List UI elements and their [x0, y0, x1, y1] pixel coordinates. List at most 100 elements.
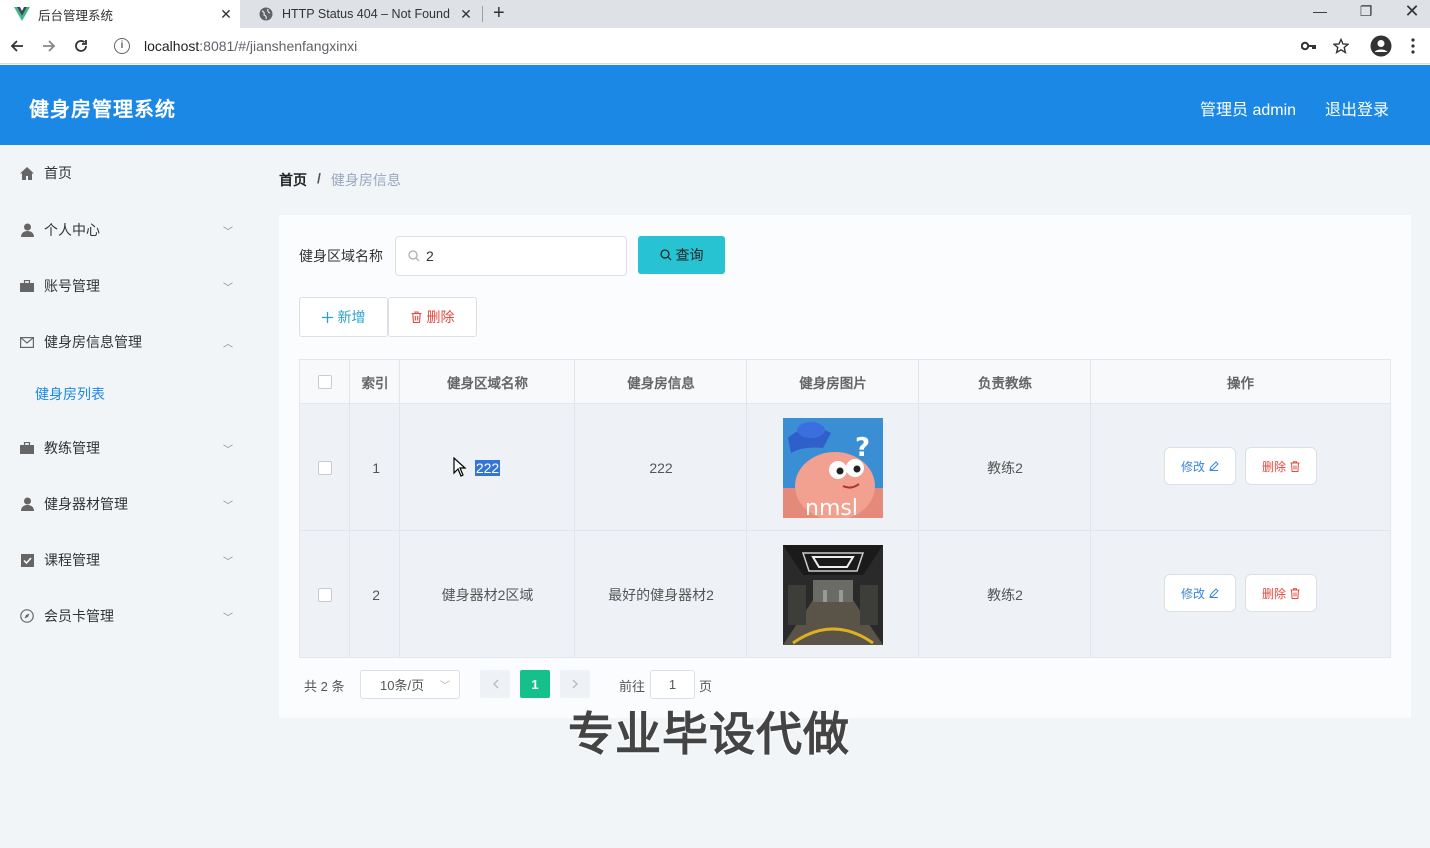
query-button-label: 查询	[675, 247, 704, 263]
edit-pencil-icon	[1209, 461, 1219, 471]
sidebar-item-coach[interactable]: 教练管理 ﹀	[0, 420, 254, 476]
select-all-checkbox[interactable]	[318, 375, 332, 389]
app-header: 健身房管理系统 管理员 admin 退出登录	[0, 65, 1430, 145]
sidebar-item-equipment[interactable]: 健身器材管理 ﹀	[0, 476, 254, 532]
gym-interior-image	[783, 544, 883, 645]
sidebar-item-label: 健身房信息管理	[44, 334, 142, 350]
column-header-index: 索引	[361, 376, 389, 391]
index-cell: 2	[372, 586, 380, 603]
select-all-cell	[300, 360, 350, 404]
goto-suffix: 页	[699, 679, 713, 694]
add-button-label: 新增	[337, 309, 366, 325]
more-menu-icon[interactable]	[1404, 37, 1422, 55]
row-checkbox[interactable]	[318, 587, 332, 602]
page-size-value: 10条/页	[380, 678, 425, 693]
edit-pencil-icon	[1209, 588, 1219, 598]
chevron-down-icon: ﹀	[223, 282, 233, 294]
row-checkbox[interactable]	[318, 460, 332, 475]
close-window-icon[interactable]: ✕	[1389, 0, 1430, 22]
logout-link[interactable]: 退出登录	[1325, 96, 1389, 120]
search-label: 健身区域名称	[299, 248, 383, 264]
chevron-left-icon	[492, 679, 498, 689]
sidebar-item-home[interactable]: 首页	[0, 145, 254, 201]
address-bar[interactable]: i localhost:8081/#/jianshenfangxinxi	[106, 32, 1362, 60]
search-input[interactable]	[426, 248, 606, 264]
edit-button-label: 修改	[1180, 586, 1205, 601]
sidebar-item-personal-center[interactable]: 个人中心 ﹀	[0, 202, 254, 258]
batch-delete-button[interactable]: 删除	[388, 297, 477, 337]
browser-toolbar: i localhost:8081/#/jianshenfangxinxi	[0, 28, 1430, 64]
column-divider	[399, 360, 400, 657]
watermark-text: 专业毕设代做	[568, 707, 850, 761]
browser-tabstrip: 后台管理系统 ✕ HTTP Status 404 – Not Found ✕ +…	[0, 0, 1430, 28]
query-button[interactable]: 查询	[638, 236, 725, 274]
close-tab-icon[interactable]: ✕	[456, 6, 476, 23]
chevron-right-icon	[572, 679, 578, 689]
chevron-down-icon: ﹀	[223, 612, 233, 624]
breadcrumb-separator: /	[317, 170, 321, 186]
minimize-icon[interactable]: —	[1297, 0, 1343, 22]
sidebar-item-course[interactable]: 课程管理 ﹀	[0, 532, 254, 588]
search-icon	[408, 250, 420, 262]
sidebar-item-account[interactable]: 账号管理 ﹀	[0, 258, 254, 314]
page-number-button[interactable]: 1	[520, 670, 550, 698]
browser-tab-404[interactable]: HTTP Status 404 – Not Found ✕	[244, 0, 480, 28]
profile-avatar-icon[interactable]	[1370, 35, 1392, 57]
delete-button[interactable]: 删除	[1245, 447, 1317, 485]
key-icon[interactable]	[1300, 37, 1318, 55]
breadcrumb-current: 健身房信息	[330, 172, 401, 188]
delete-button[interactable]: 删除	[1245, 574, 1317, 612]
chevron-down-icon: ﹀	[223, 500, 233, 512]
edit-button[interactable]: 修改	[1164, 574, 1236, 612]
chevron-down-icon: ﹀	[223, 556, 233, 568]
delete-button-label: 删除	[1261, 586, 1286, 601]
edit-button-label: 修改	[1180, 459, 1205, 474]
column-header-info: 健身房信息	[627, 376, 695, 391]
column-header-area: 健身区域名称	[447, 376, 528, 391]
sidebar-item-label: 首页	[44, 165, 72, 181]
user-icon	[19, 496, 35, 512]
chevron-down-icon: ﹀	[223, 444, 233, 456]
app-title: 健身房管理系统	[29, 99, 176, 121]
goto-page-input[interactable]: 1	[650, 670, 695, 699]
edit-button[interactable]: 修改	[1164, 447, 1236, 485]
prev-page-button[interactable]	[480, 670, 510, 698]
chevron-down-icon: ﹀	[223, 226, 233, 238]
close-tab-icon[interactable]: ✕	[216, 6, 236, 23]
user-icon	[19, 222, 35, 238]
sidebar: 首页 个人中心 ﹀ 账号管理 ﹀ 健身房信息管理 ︿ 健身房列表 教练管理 ﹀ …	[0, 145, 254, 848]
search-field[interactable]	[395, 236, 627, 276]
area-cell: 健身器材2区域	[441, 586, 534, 603]
restore-icon[interactable]: ❐	[1343, 0, 1389, 22]
star-icon[interactable]	[1332, 37, 1350, 55]
breadcrumb-home[interactable]: 首页	[279, 170, 307, 190]
column-divider	[349, 360, 350, 657]
column-header-image: 健身房图片	[799, 376, 867, 391]
svg-text:?: ?	[855, 433, 870, 463]
row-select-cell	[300, 531, 350, 658]
mouse-cursor-icon	[453, 457, 467, 477]
column-divider	[746, 360, 747, 657]
back-icon[interactable]	[6, 35, 28, 57]
url-path: :8081/#/jianshenfangxinxi	[199, 38, 358, 54]
image-cell: ? nmsl	[747, 404, 919, 531]
tab-title: 后台管理系统	[38, 8, 114, 23]
trash-icon	[1290, 587, 1300, 599]
reload-icon[interactable]	[70, 35, 92, 57]
table-header-row: 索引 健身区域名称 健身房信息 健身房图片 负责教练 操作	[300, 360, 1390, 404]
browser-tab-admin[interactable]: 后台管理系统 ✕	[0, 0, 240, 28]
sidebar-item-label: 教练管理	[44, 440, 100, 456]
coach-cell: 教练2	[987, 459, 1023, 476]
forward-icon[interactable]	[38, 35, 60, 57]
new-tab-icon[interactable]: +	[493, 2, 505, 25]
info-cell: 最好的健身器材2	[608, 586, 714, 603]
sidebar-item-gym-info[interactable]: 健身房信息管理 ︿	[0, 314, 254, 370]
site-info-icon[interactable]: i	[114, 38, 130, 54]
page-size-select[interactable]: 10条/页 ﹀	[360, 670, 460, 699]
add-button[interactable]: 新增	[299, 297, 388, 337]
sidebar-subitem-gym-list[interactable]: 健身房列表	[0, 369, 254, 419]
sidebar-item-member-card[interactable]: 会员卡管理 ﹀	[0, 588, 254, 644]
next-page-button[interactable]	[560, 670, 590, 698]
meme-caption: nmsl	[805, 496, 858, 518]
column-divider	[574, 360, 575, 657]
